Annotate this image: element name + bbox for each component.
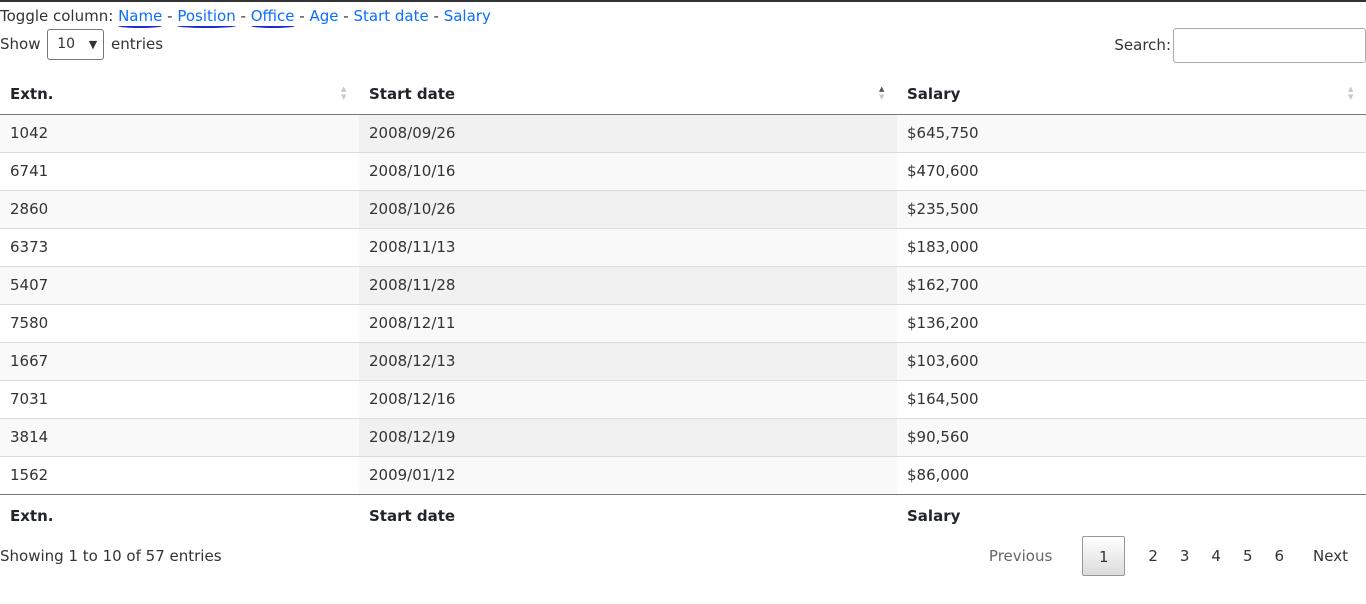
search-label: Search:: [1114, 36, 1171, 54]
page-button-6[interactable]: 6: [1264, 536, 1296, 576]
cell-start-date: 2008/12/13: [359, 341, 897, 380]
cell-salary: $645,750: [897, 114, 1366, 152]
table-row: 6373 2008/11/13 $183,000: [0, 227, 1366, 266]
column-footer-start-date: Start date: [359, 493, 897, 538]
cell-salary: $470,600: [897, 151, 1366, 190]
sort-icon: ▲ ▼: [341, 85, 347, 101]
cell-start-date: 2008/10/26: [359, 189, 897, 228]
cell-start-date: 2008/10/16: [359, 151, 897, 190]
page-button-5[interactable]: 5: [1232, 536, 1264, 576]
next-button[interactable]: Next: [1295, 536, 1366, 576]
cell-extn: 6741: [0, 151, 359, 190]
table-row: 3814 2008/12/19 $90,560: [0, 417, 1366, 456]
cell-extn: 3814: [0, 417, 359, 456]
page-length-value: 10: [57, 36, 76, 52]
separator: -: [433, 7, 439, 25]
entries-label: entries: [111, 35, 164, 53]
cell-start-date: 2008/11/28: [359, 265, 897, 304]
toggle-column-office[interactable]: Office: [251, 7, 295, 25]
column-header-salary[interactable]: Salary ▲ ▼: [897, 74, 1366, 115]
toggle-column-position[interactable]: Position: [177, 7, 235, 25]
page-button-4[interactable]: 4: [1200, 536, 1232, 576]
cell-extn: 1562: [0, 455, 359, 494]
cell-start-date: 2008/12/11: [359, 303, 897, 342]
cell-salary: $103,600: [897, 341, 1366, 380]
separator: -: [240, 7, 246, 25]
table-row: 2860 2008/10/26 $235,500: [0, 189, 1366, 228]
page-length-control: Show 10 ▼ entries: [0, 28, 163, 60]
toggle-column-name[interactable]: Name: [118, 7, 162, 25]
cell-salary: $86,000: [897, 455, 1366, 494]
column-header-label: Start date: [369, 84, 456, 103]
table-row: 1667 2008/12/13 $103,600: [0, 341, 1366, 380]
separator: -: [343, 7, 349, 25]
table-row: 6741 2008/10/16 $470,600: [0, 151, 1366, 190]
cell-start-date: 2009/01/12: [359, 455, 897, 494]
toggle-column-age[interactable]: Age: [309, 7, 338, 25]
table-row: 7580 2008/12/11 $136,200: [0, 303, 1366, 342]
cell-extn: 5407: [0, 265, 359, 304]
page-button-1[interactable]: 1: [1082, 536, 1126, 576]
cell-extn: 1042: [0, 114, 359, 152]
show-label: Show: [0, 35, 41, 53]
search-control: Search:: [1114, 27, 1366, 63]
cell-salary: $136,200: [897, 303, 1366, 342]
table-row: 1042 2008/09/26 $645,750: [0, 114, 1366, 152]
toggle-column-start-date[interactable]: Start date: [353, 7, 428, 25]
table-row: 1562 2009/01/12 $86,000: [0, 455, 1366, 494]
cell-extn: 2860: [0, 189, 359, 228]
column-header-extn[interactable]: Extn. ▲ ▼: [0, 74, 359, 115]
page-button-3[interactable]: 3: [1169, 536, 1201, 576]
sort-ascending-icon: ▲ ▼: [879, 85, 885, 101]
cell-extn: 7580: [0, 303, 359, 342]
cell-extn: 7031: [0, 379, 359, 418]
header-row: Extn. ▲ ▼ Start date ▲ ▼ Salary ▲ ▼: [0, 74, 1366, 115]
column-header-start-date[interactable]: Start date ▲ ▼: [359, 74, 897, 115]
column-header-label: Salary: [907, 84, 961, 103]
cell-salary: $235,500: [897, 189, 1366, 228]
cell-start-date: 2008/12/16: [359, 379, 897, 418]
cell-salary: $183,000: [897, 227, 1366, 266]
cell-salary: $162,700: [897, 265, 1366, 304]
toggle-column-label: Toggle column:: [0, 7, 114, 25]
cell-extn: 6373: [0, 227, 359, 266]
cell-extn: 1667: [0, 341, 359, 380]
cell-start-date: 2008/11/13: [359, 227, 897, 266]
toggle-column-bar: Toggle column: Name - Position - Office …: [0, 5, 491, 27]
cell-salary: $90,560: [897, 417, 1366, 456]
sort-icon: ▲ ▼: [1348, 85, 1354, 101]
page-length-select[interactable]: 10 ▼: [47, 29, 105, 60]
page-button-2[interactable]: 2: [1137, 536, 1169, 576]
chevron-down-icon: ▼: [88, 38, 98, 51]
cell-start-date: 2008/09/26: [359, 114, 897, 152]
table-row: 7031 2008/12/16 $164,500: [0, 379, 1366, 418]
table-row: 5407 2008/11/28 $162,700: [0, 265, 1366, 304]
cell-salary: $164,500: [897, 379, 1366, 418]
toggle-column-salary[interactable]: Salary: [444, 7, 491, 25]
pagination: Previous 1 2 3 4 5 6 Next: [971, 535, 1366, 577]
footer-row: Extn. Start date Salary: [0, 493, 1366, 538]
search-input[interactable]: [1173, 28, 1366, 63]
data-table: Extn. ▲ ▼ Start date ▲ ▼ Salary ▲ ▼ 1042 2008/…: [0, 74, 1366, 538]
column-header-label: Extn.: [10, 84, 54, 103]
separator: -: [167, 7, 173, 25]
separator: -: [299, 7, 305, 25]
table-info: Showing 1 to 10 of 57 entries: [0, 547, 222, 565]
cell-start-date: 2008/12/19: [359, 417, 897, 456]
column-footer-extn: Extn.: [0, 493, 359, 538]
column-footer-salary: Salary: [897, 493, 1366, 538]
previous-button[interactable]: Previous: [971, 536, 1070, 576]
